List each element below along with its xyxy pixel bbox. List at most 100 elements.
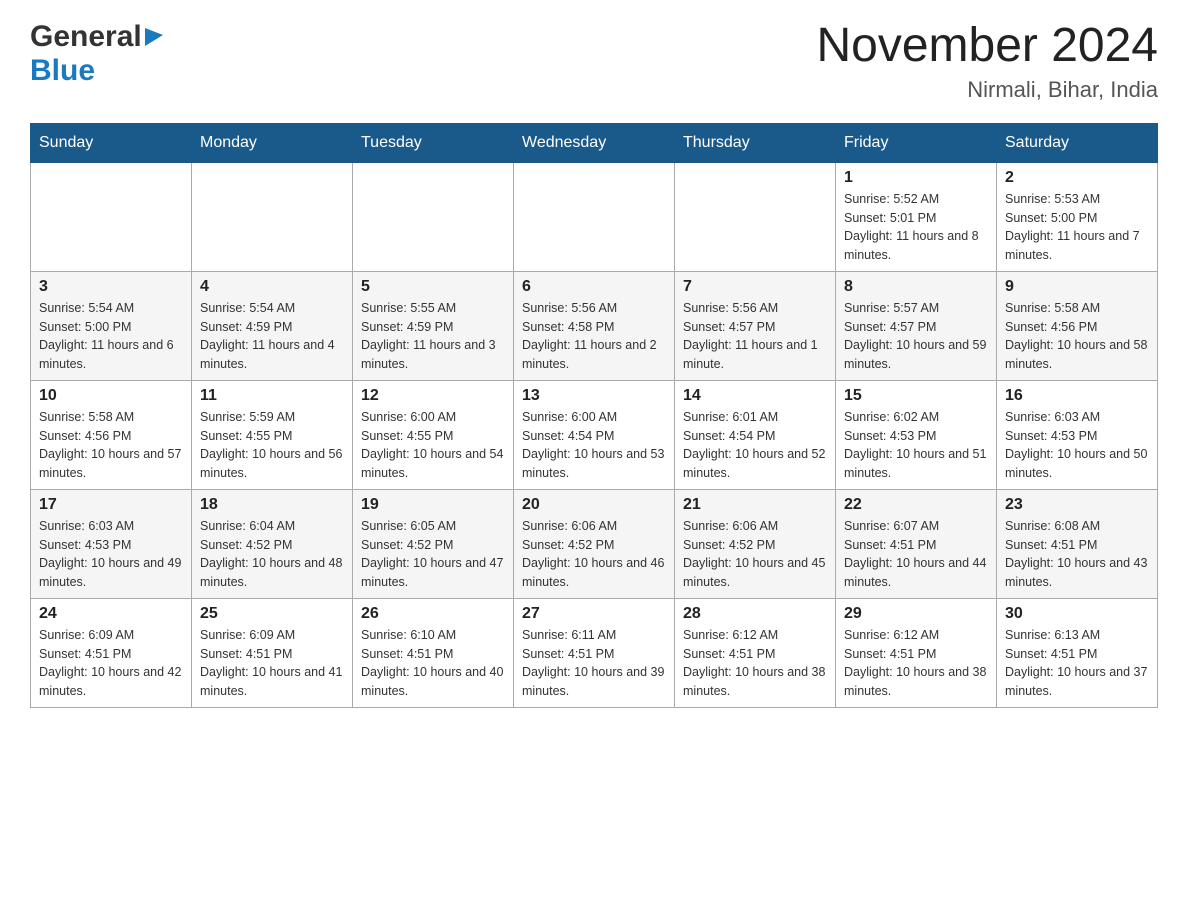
day-info: Sunrise: 6:13 AM Sunset: 4:51 PM Dayligh… bbox=[1005, 626, 1149, 701]
day-number: 26 bbox=[361, 605, 505, 623]
logo-general-text: General bbox=[30, 20, 142, 54]
day-number: 5 bbox=[361, 278, 505, 296]
calendar-week-row: 17 Sunrise: 6:03 AM Sunset: 4:53 PM Dayli… bbox=[31, 489, 1158, 598]
calendar-cell: 1Sunrise: 5:52 AM Sunset: 5:01 PM Daylig… bbox=[836, 162, 997, 271]
calendar-cell: 20 Sunrise: 6:06 AM Sunset: 4:52 PM Dayli… bbox=[514, 489, 675, 598]
calendar-cell: 22 Sunrise: 6:07 AM Sunset: 4:51 PM Dayli… bbox=[836, 489, 997, 598]
day-number: 2 bbox=[1005, 169, 1149, 187]
day-number: 16 bbox=[1005, 387, 1149, 405]
day-info: Sunrise: 6:00 AM Sunset: 4:54 PM Dayligh… bbox=[522, 408, 666, 483]
day-number: 18 bbox=[200, 496, 344, 514]
day-info: Sunrise: 5:52 AM Sunset: 5:01 PM Dayligh… bbox=[844, 190, 988, 265]
calendar-cell: 10 Sunrise: 5:58 AM Sunset: 4:56 PM Dayli… bbox=[31, 380, 192, 489]
day-number: 11 bbox=[200, 387, 344, 405]
page-header: General Blue November 2024 Nirmali, Biha… bbox=[30, 20, 1158, 103]
day-info: Sunrise: 5:58 AM Sunset: 4:56 PM Dayligh… bbox=[1005, 299, 1149, 374]
day-number: 6 bbox=[522, 278, 666, 296]
day-info: Sunrise: 5:54 AM Sunset: 4:59 PM Dayligh… bbox=[200, 299, 344, 374]
calendar-cell: 21 Sunrise: 6:06 AM Sunset: 4:52 PM Dayli… bbox=[675, 489, 836, 598]
day-number: 4 bbox=[200, 278, 344, 296]
day-info: Sunrise: 5:57 AM Sunset: 4:57 PM Dayligh… bbox=[844, 299, 988, 374]
day-info: Sunrise: 6:02 AM Sunset: 4:53 PM Dayligh… bbox=[844, 408, 988, 483]
day-header-sunday: Sunday bbox=[31, 123, 192, 162]
calendar-cell: 4 Sunrise: 5:54 AM Sunset: 4:59 PM Daylig… bbox=[192, 271, 353, 380]
day-number: 13 bbox=[522, 387, 666, 405]
calendar-cell: 3Sunrise: 5:54 AM Sunset: 5:00 PM Daylig… bbox=[31, 271, 192, 380]
day-number: 14 bbox=[683, 387, 827, 405]
calendar-cell: 9 Sunrise: 5:58 AM Sunset: 4:56 PM Daylig… bbox=[997, 271, 1158, 380]
day-number: 3 bbox=[39, 278, 183, 296]
calendar-week-row: 1Sunrise: 5:52 AM Sunset: 5:01 PM Daylig… bbox=[31, 162, 1158, 271]
day-header-friday: Friday bbox=[836, 123, 997, 162]
calendar-cell: 5Sunrise: 5:55 AM Sunset: 4:59 PM Daylig… bbox=[353, 271, 514, 380]
calendar-cell: 28Sunrise: 6:12 AM Sunset: 4:51 PM Dayli… bbox=[675, 598, 836, 707]
calendar-cell bbox=[514, 162, 675, 271]
calendar-week-row: 10 Sunrise: 5:58 AM Sunset: 4:56 PM Dayli… bbox=[31, 380, 1158, 489]
calendar-cell: 24 Sunrise: 6:09 AM Sunset: 4:51 PM Dayli… bbox=[31, 598, 192, 707]
calendar-table: SundayMondayTuesdayWednesdayThursdayFrid… bbox=[30, 123, 1158, 708]
day-info: Sunrise: 6:00 AM Sunset: 4:55 PM Dayligh… bbox=[361, 408, 505, 483]
day-info: Sunrise: 6:12 AM Sunset: 4:51 PM Dayligh… bbox=[844, 626, 988, 701]
calendar-cell: 13 Sunrise: 6:00 AM Sunset: 4:54 PM Dayli… bbox=[514, 380, 675, 489]
day-info: Sunrise: 6:08 AM Sunset: 4:51 PM Dayligh… bbox=[1005, 517, 1149, 592]
day-number: 10 bbox=[39, 387, 183, 405]
day-info: Sunrise: 6:10 AM Sunset: 4:51 PM Dayligh… bbox=[361, 626, 505, 701]
calendar-cell: 6 Sunrise: 5:56 AM Sunset: 4:58 PM Daylig… bbox=[514, 271, 675, 380]
day-number: 9 bbox=[1005, 278, 1149, 296]
calendar-week-row: 24 Sunrise: 6:09 AM Sunset: 4:51 PM Dayli… bbox=[31, 598, 1158, 707]
day-info: Sunrise: 6:03 AM Sunset: 4:53 PM Dayligh… bbox=[39, 517, 183, 592]
calendar-cell: 26 Sunrise: 6:10 AM Sunset: 4:51 PM Dayli… bbox=[353, 598, 514, 707]
day-info: Sunrise: 6:07 AM Sunset: 4:51 PM Dayligh… bbox=[844, 517, 988, 592]
title-section: November 2024 Nirmali, Bihar, India bbox=[816, 20, 1158, 103]
calendar-cell bbox=[192, 162, 353, 271]
calendar-cell: 14 Sunrise: 6:01 AM Sunset: 4:54 PM Dayli… bbox=[675, 380, 836, 489]
calendar-header-row: SundayMondayTuesdayWednesdayThursdayFrid… bbox=[31, 123, 1158, 162]
month-title: November 2024 bbox=[816, 20, 1158, 73]
calendar-cell bbox=[31, 162, 192, 271]
day-info: Sunrise: 5:56 AM Sunset: 4:58 PM Dayligh… bbox=[522, 299, 666, 374]
day-number: 20 bbox=[522, 496, 666, 514]
logo-arrow-icon bbox=[145, 24, 163, 51]
day-info: Sunrise: 5:56 AM Sunset: 4:57 PM Dayligh… bbox=[683, 299, 827, 374]
calendar-cell: 29Sunrise: 6:12 AM Sunset: 4:51 PM Dayli… bbox=[836, 598, 997, 707]
day-number: 24 bbox=[39, 605, 183, 623]
calendar-cell: 11 Sunrise: 5:59 AM Sunset: 4:55 PM Dayli… bbox=[192, 380, 353, 489]
calendar-cell: 16 Sunrise: 6:03 AM Sunset: 4:53 PM Dayli… bbox=[997, 380, 1158, 489]
day-info: Sunrise: 6:09 AM Sunset: 4:51 PM Dayligh… bbox=[39, 626, 183, 701]
day-info: Sunrise: 6:09 AM Sunset: 4:51 PM Dayligh… bbox=[200, 626, 344, 701]
day-header-thursday: Thursday bbox=[675, 123, 836, 162]
day-header-tuesday: Tuesday bbox=[353, 123, 514, 162]
day-info: Sunrise: 5:59 AM Sunset: 4:55 PM Dayligh… bbox=[200, 408, 344, 483]
logo-blue-text: Blue bbox=[30, 54, 95, 87]
day-info: Sunrise: 5:53 AM Sunset: 5:00 PM Dayligh… bbox=[1005, 190, 1149, 265]
day-info: Sunrise: 6:11 AM Sunset: 4:51 PM Dayligh… bbox=[522, 626, 666, 701]
calendar-cell: 18Sunrise: 6:04 AM Sunset: 4:52 PM Dayli… bbox=[192, 489, 353, 598]
day-number: 23 bbox=[1005, 496, 1149, 514]
day-number: 7 bbox=[683, 278, 827, 296]
calendar-cell: 12 Sunrise: 6:00 AM Sunset: 4:55 PM Dayli… bbox=[353, 380, 514, 489]
day-number: 21 bbox=[683, 496, 827, 514]
day-info: Sunrise: 6:05 AM Sunset: 4:52 PM Dayligh… bbox=[361, 517, 505, 592]
calendar-cell: 23 Sunrise: 6:08 AM Sunset: 4:51 PM Dayli… bbox=[997, 489, 1158, 598]
day-header-wednesday: Wednesday bbox=[514, 123, 675, 162]
day-number: 22 bbox=[844, 496, 988, 514]
day-info: Sunrise: 6:01 AM Sunset: 4:54 PM Dayligh… bbox=[683, 408, 827, 483]
day-number: 12 bbox=[361, 387, 505, 405]
day-number: 8 bbox=[844, 278, 988, 296]
day-number: 19 bbox=[361, 496, 505, 514]
day-number: 17 bbox=[39, 496, 183, 514]
day-info: Sunrise: 6:03 AM Sunset: 4:53 PM Dayligh… bbox=[1005, 408, 1149, 483]
day-number: 15 bbox=[844, 387, 988, 405]
calendar-cell: 8 Sunrise: 5:57 AM Sunset: 4:57 PM Daylig… bbox=[836, 271, 997, 380]
calendar-week-row: 3Sunrise: 5:54 AM Sunset: 5:00 PM Daylig… bbox=[31, 271, 1158, 380]
day-number: 25 bbox=[200, 605, 344, 623]
calendar-cell: 30Sunrise: 6:13 AM Sunset: 4:51 PM Dayli… bbox=[997, 598, 1158, 707]
calendar-cell: 2 Sunrise: 5:53 AM Sunset: 5:00 PM Daylig… bbox=[997, 162, 1158, 271]
day-info: Sunrise: 6:06 AM Sunset: 4:52 PM Dayligh… bbox=[522, 517, 666, 592]
calendar-cell bbox=[353, 162, 514, 271]
day-number: 28 bbox=[683, 605, 827, 623]
day-header-saturday: Saturday bbox=[997, 123, 1158, 162]
day-info: Sunrise: 6:06 AM Sunset: 4:52 PM Dayligh… bbox=[683, 517, 827, 592]
day-info: Sunrise: 5:58 AM Sunset: 4:56 PM Dayligh… bbox=[39, 408, 183, 483]
calendar-cell: 27Sunrise: 6:11 AM Sunset: 4:51 PM Dayli… bbox=[514, 598, 675, 707]
